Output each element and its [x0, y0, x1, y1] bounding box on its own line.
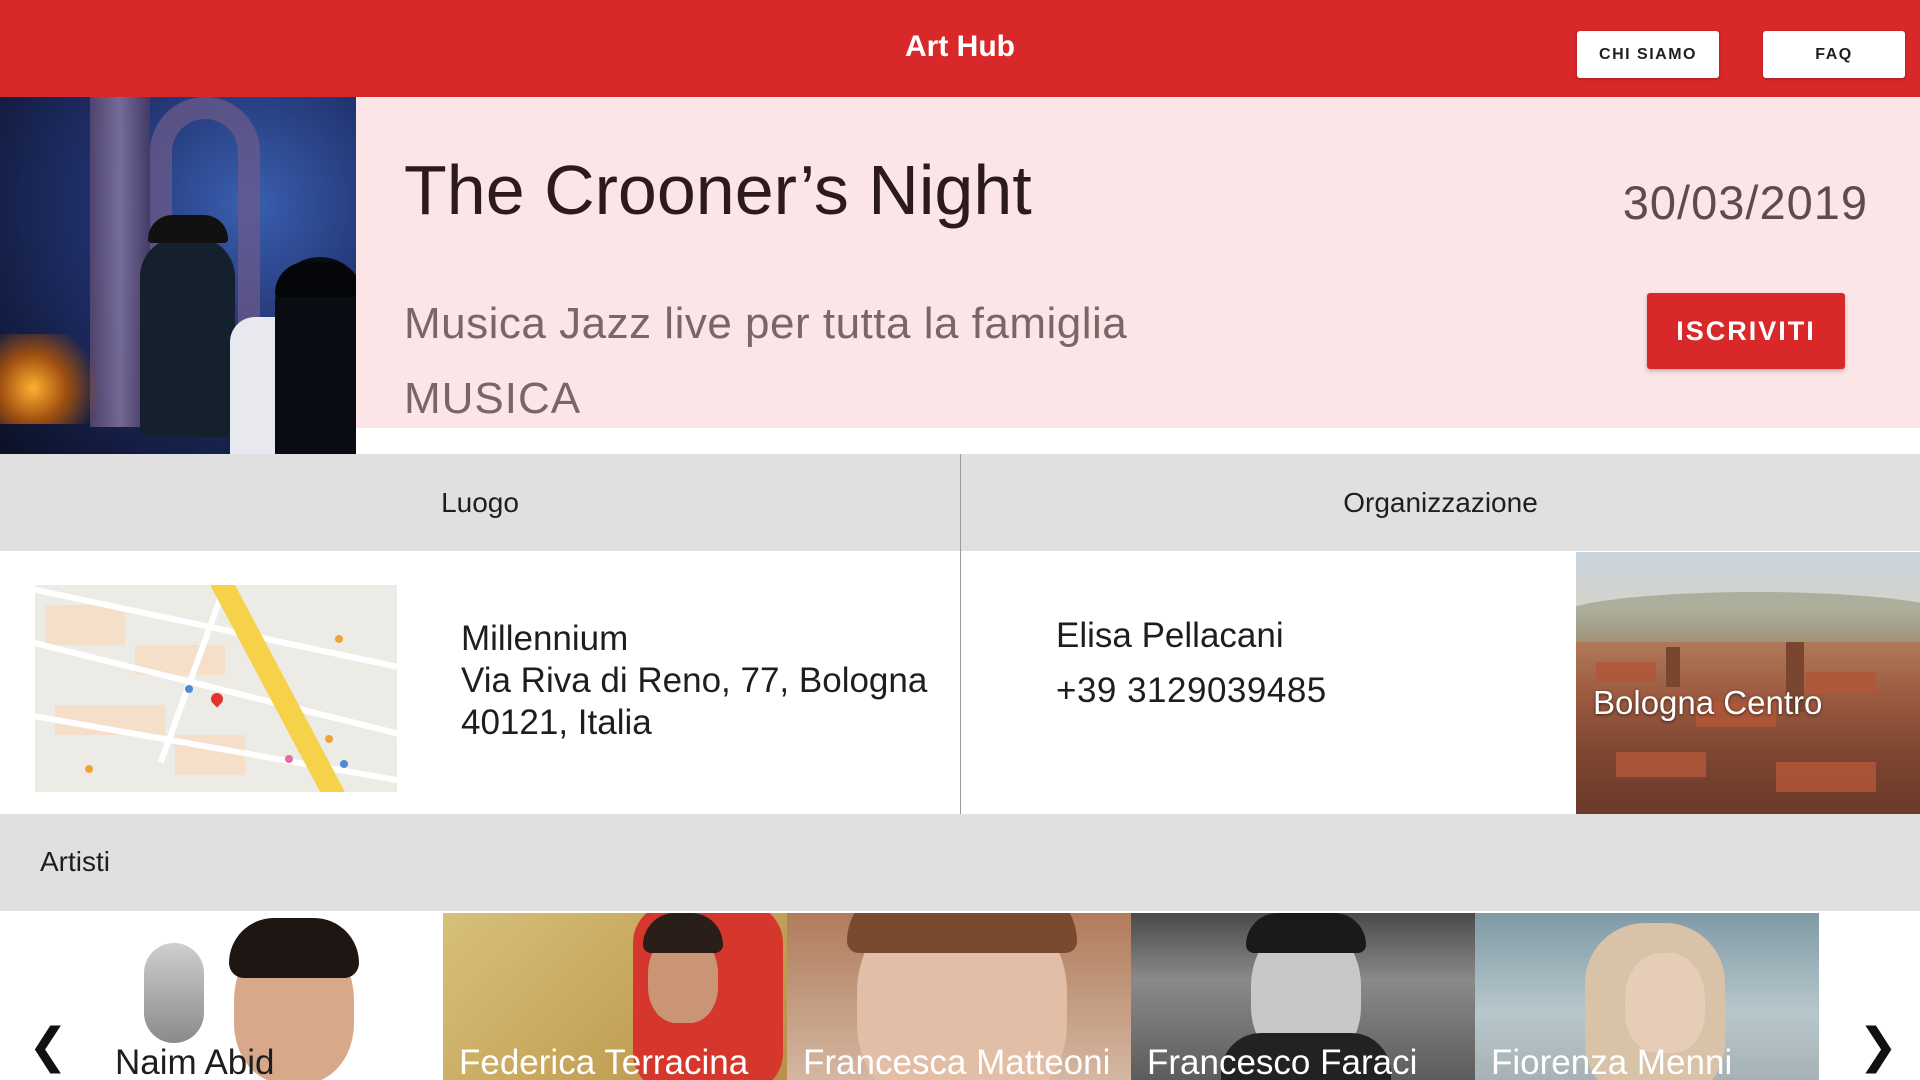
artist-card[interactable]: Francesca Matteoni — [787, 913, 1131, 1080]
carousel-prev-icon[interactable]: ❮ — [28, 1018, 68, 1074]
location-map[interactable] — [35, 585, 397, 792]
venue-street: Via Riva di Reno, 77, Bologna — [461, 661, 928, 700]
chi-siamo-button[interactable]: CHI SIAMO — [1577, 31, 1719, 78]
organizer-phone[interactable]: +39 3129039485 — [1056, 671, 1327, 711]
iscriviti-button[interactable]: ISCRIVITI — [1647, 293, 1845, 369]
artist-card[interactable]: Fiorenza Menni — [1475, 913, 1819, 1080]
carousel-next-icon[interactable]: ❯ — [1858, 1018, 1898, 1074]
event-date: 30/03/2019 — [1622, 176, 1868, 229]
event-details: The Crooner’s Night 30/03/2019 Musica Ja… — [356, 97, 1920, 428]
venue-address: Millennium Via Riva di Reno, 77, Bologna… — [461, 618, 927, 744]
artist-name: Francesca Matteoni — [803, 1043, 1111, 1080]
artist-card[interactable]: Naim Abid — [99, 913, 443, 1080]
event-category: MUSICA — [404, 374, 582, 423]
artist-name: Fiorenza Menni — [1491, 1043, 1733, 1080]
artisti-header: Artisti — [0, 814, 1920, 911]
artist-name: Francesco Faraci — [1147, 1043, 1418, 1080]
section-divider — [960, 454, 961, 814]
artist-card[interactable]: Francesco Faraci — [1131, 913, 1475, 1080]
city-image: Bologna Centro — [1576, 552, 1920, 814]
event-subtitle: Musica Jazz live per tutta la famiglia — [404, 299, 1128, 348]
event-title: The Crooner’s Night — [404, 151, 1032, 229]
artist-card[interactable]: Federica Terracina — [443, 913, 787, 1080]
top-app-bar: Art Hub CHI SIAMO FAQ — [0, 0, 1920, 97]
event-photo — [0, 97, 356, 454]
luogo-heading: Luogo — [0, 454, 960, 551]
city-label: Bologna Centro — [1593, 684, 1823, 721]
organizzazione-heading: Organizzazione — [961, 454, 1920, 551]
venue-postcode: 40121, Italia — [461, 703, 652, 742]
event-hero: The Crooner’s Night 30/03/2019 Musica Ja… — [0, 97, 1920, 454]
artist-name: Naim Abid — [115, 1043, 275, 1080]
faq-button[interactable]: FAQ — [1763, 31, 1905, 78]
venue-name: Millennium — [461, 619, 629, 658]
organizer-name: Elisa Pellacani — [1056, 616, 1284, 655]
artisti-heading: Artisti — [40, 846, 110, 877]
artist-name: Federica Terracina — [459, 1043, 749, 1080]
